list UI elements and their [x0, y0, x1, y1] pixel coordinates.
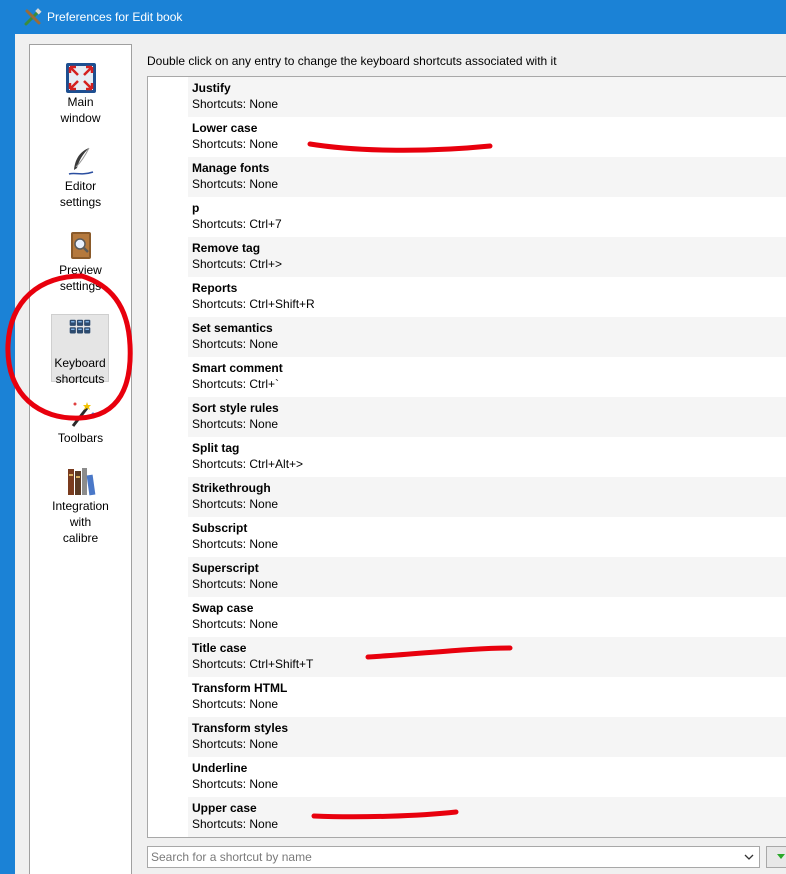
- shortcut-name: Underline: [192, 761, 248, 775]
- list-item[interactable]: Transform styles Shortcuts: None: [188, 717, 786, 757]
- list-item[interactable]: Strikethrough Shortcuts: None: [188, 477, 786, 517]
- shortcut-name: Manage fonts: [192, 161, 270, 175]
- chevron-down-green-icon: [777, 854, 785, 859]
- quill-pen-icon: [68, 147, 93, 175]
- sidebar-item-keyboard-shortcuts[interactable]: Keyboard shortcuts: [51, 314, 109, 386]
- list-item[interactable]: Lower case Shortcuts: None: [188, 117, 786, 157]
- shortcut-name: Swap case: [192, 601, 254, 615]
- shortcut-keys: Shortcuts: None: [192, 337, 279, 351]
- shortcut-name: p: [192, 201, 200, 215]
- list-item[interactable]: Superscript Shortcuts: None: [188, 557, 786, 597]
- shortcut-name: Remove tag: [192, 241, 261, 255]
- list-item[interactable]: Underline Shortcuts: None: [188, 757, 786, 797]
- list-item[interactable]: Upper case Shortcuts: None: [188, 797, 786, 837]
- sidebar-item-label: Preview settings: [59, 263, 102, 293]
- list-item[interactable]: Reports Shortcuts: Ctrl+Shift+R: [188, 277, 786, 317]
- list-item[interactable]: Sort style rules Shortcuts: None: [188, 397, 786, 437]
- shortcut-keys: Shortcuts: None: [192, 497, 279, 511]
- shortcut-name: Sort style rules: [192, 401, 279, 415]
- shortcut-keys: Shortcuts: None: [192, 417, 279, 431]
- keyboard-icon: [69, 319, 91, 334]
- shortcut-name: Upper case: [192, 801, 257, 815]
- sidebar-item-preview-settings[interactable]: Preview settings: [30, 230, 131, 294]
- sidebar-item-label: Keyboard shortcuts: [54, 356, 106, 386]
- shortcut-keys: Shortcuts: None: [192, 577, 279, 591]
- calibre-edit-icon: [24, 8, 42, 26]
- shortcut-name: Lower case: [192, 121, 258, 135]
- window-title: Preferences for Edit book: [47, 10, 183, 24]
- list-item[interactable]: Manage fonts Shortcuts: None: [188, 157, 786, 197]
- shortcut-name: Transform styles: [192, 721, 289, 735]
- shortcut-name: Smart comment: [192, 361, 283, 375]
- shortcut-keys: Shortcuts: None: [192, 177, 279, 191]
- shortcut-keys: Shortcuts: Ctrl+Alt+>: [192, 457, 304, 471]
- list-item[interactable]: Split tag Shortcuts: Ctrl+Alt+>: [188, 437, 786, 477]
- shortcut-name: Strikethrough: [192, 481, 271, 495]
- shortcut-name: Set semantics: [192, 321, 273, 335]
- shortcut-keys: Shortcuts: Ctrl+7: [192, 217, 282, 231]
- shortcut-keys: Shortcuts: Ctrl+Shift+T: [192, 657, 314, 671]
- list-item[interactable]: Remove tag Shortcuts: Ctrl+>: [188, 237, 786, 277]
- search-input[interactable]: [151, 849, 736, 865]
- book-magnifier-icon: [70, 232, 91, 259]
- list-item[interactable]: Justify Shortcuts: None: [188, 77, 786, 117]
- chevron-down-icon[interactable]: [742, 850, 756, 864]
- shortcut-name: Subscript: [192, 521, 248, 535]
- shortcut-keys: Shortcuts: Ctrl+`: [192, 377, 280, 391]
- sidebar-item-editor-settings[interactable]: Editor settings: [30, 146, 131, 210]
- shortcuts-list[interactable]: Justify Shortcuts: None Lower case Short…: [147, 76, 786, 838]
- list-item[interactable]: Title case Shortcuts: Ctrl+Shift+T: [188, 637, 786, 677]
- list-item[interactable]: Swap case Shortcuts: None: [188, 597, 786, 637]
- shortcut-keys: Shortcuts: None: [192, 617, 279, 631]
- search-combobox[interactable]: [147, 846, 760, 868]
- shortcut-keys: Shortcuts: None: [192, 97, 279, 111]
- list-item[interactable]: Subscript Shortcuts: None: [188, 517, 786, 557]
- maximize-icon: [65, 63, 96, 93]
- list-item[interactable]: p Shortcuts: Ctrl+7: [188, 197, 786, 237]
- shortcut-name: Superscript: [192, 561, 259, 575]
- shortcut-keys: Shortcuts: None: [192, 137, 279, 151]
- magic-wand-icon: [71, 402, 94, 427]
- shortcut-keys: Shortcuts: None: [192, 537, 279, 551]
- shortcut-name: Transform HTML: [192, 681, 288, 695]
- sidebar-item-main-window[interactable]: Main window: [30, 62, 131, 126]
- list-item[interactable]: Set semantics Shortcuts: None: [188, 317, 786, 357]
- shortcut-name: Title case: [192, 641, 247, 655]
- shortcut-name: Reports: [192, 281, 238, 295]
- sidebar-item-toolbars[interactable]: Toolbars: [30, 398, 131, 446]
- preferences-sidebar: Main window Editor settings Preview sett…: [29, 44, 132, 874]
- sidebar-item-label: Integration with calibre: [52, 499, 109, 545]
- shortcut-keys: Shortcuts: None: [192, 777, 279, 791]
- list-item[interactable]: Smart comment Shortcuts: Ctrl+`: [188, 357, 786, 397]
- shortcut-keys: Shortcuts: Ctrl+>: [192, 257, 283, 271]
- sidebar-item-label: Editor settings: [59, 179, 102, 209]
- shortcut-name: Split tag: [192, 441, 240, 455]
- shortcut-keys: Shortcuts: None: [192, 817, 279, 831]
- shortcut-keys: Shortcuts: Ctrl+Shift+R: [192, 297, 315, 311]
- title-bar: Preferences for Edit book: [0, 0, 786, 34]
- list-item[interactable]: Transform HTML Shortcuts: None: [188, 677, 786, 717]
- sidebar-item-label: Main window: [60, 95, 101, 125]
- shortcut-name: Justify: [192, 81, 231, 95]
- books-icon: [67, 468, 95, 496]
- shortcut-keys: Shortcuts: None: [192, 697, 279, 711]
- shortcut-keys: Shortcuts: None: [192, 737, 279, 751]
- sidebar-item-label: Toolbars: [57, 431, 104, 445]
- instruction-text: Double click on any entry to change the …: [147, 54, 557, 68]
- search-go-button[interactable]: [766, 846, 786, 868]
- sidebar-item-integration-with-calibre[interactable]: Integration with calibre: [30, 466, 131, 546]
